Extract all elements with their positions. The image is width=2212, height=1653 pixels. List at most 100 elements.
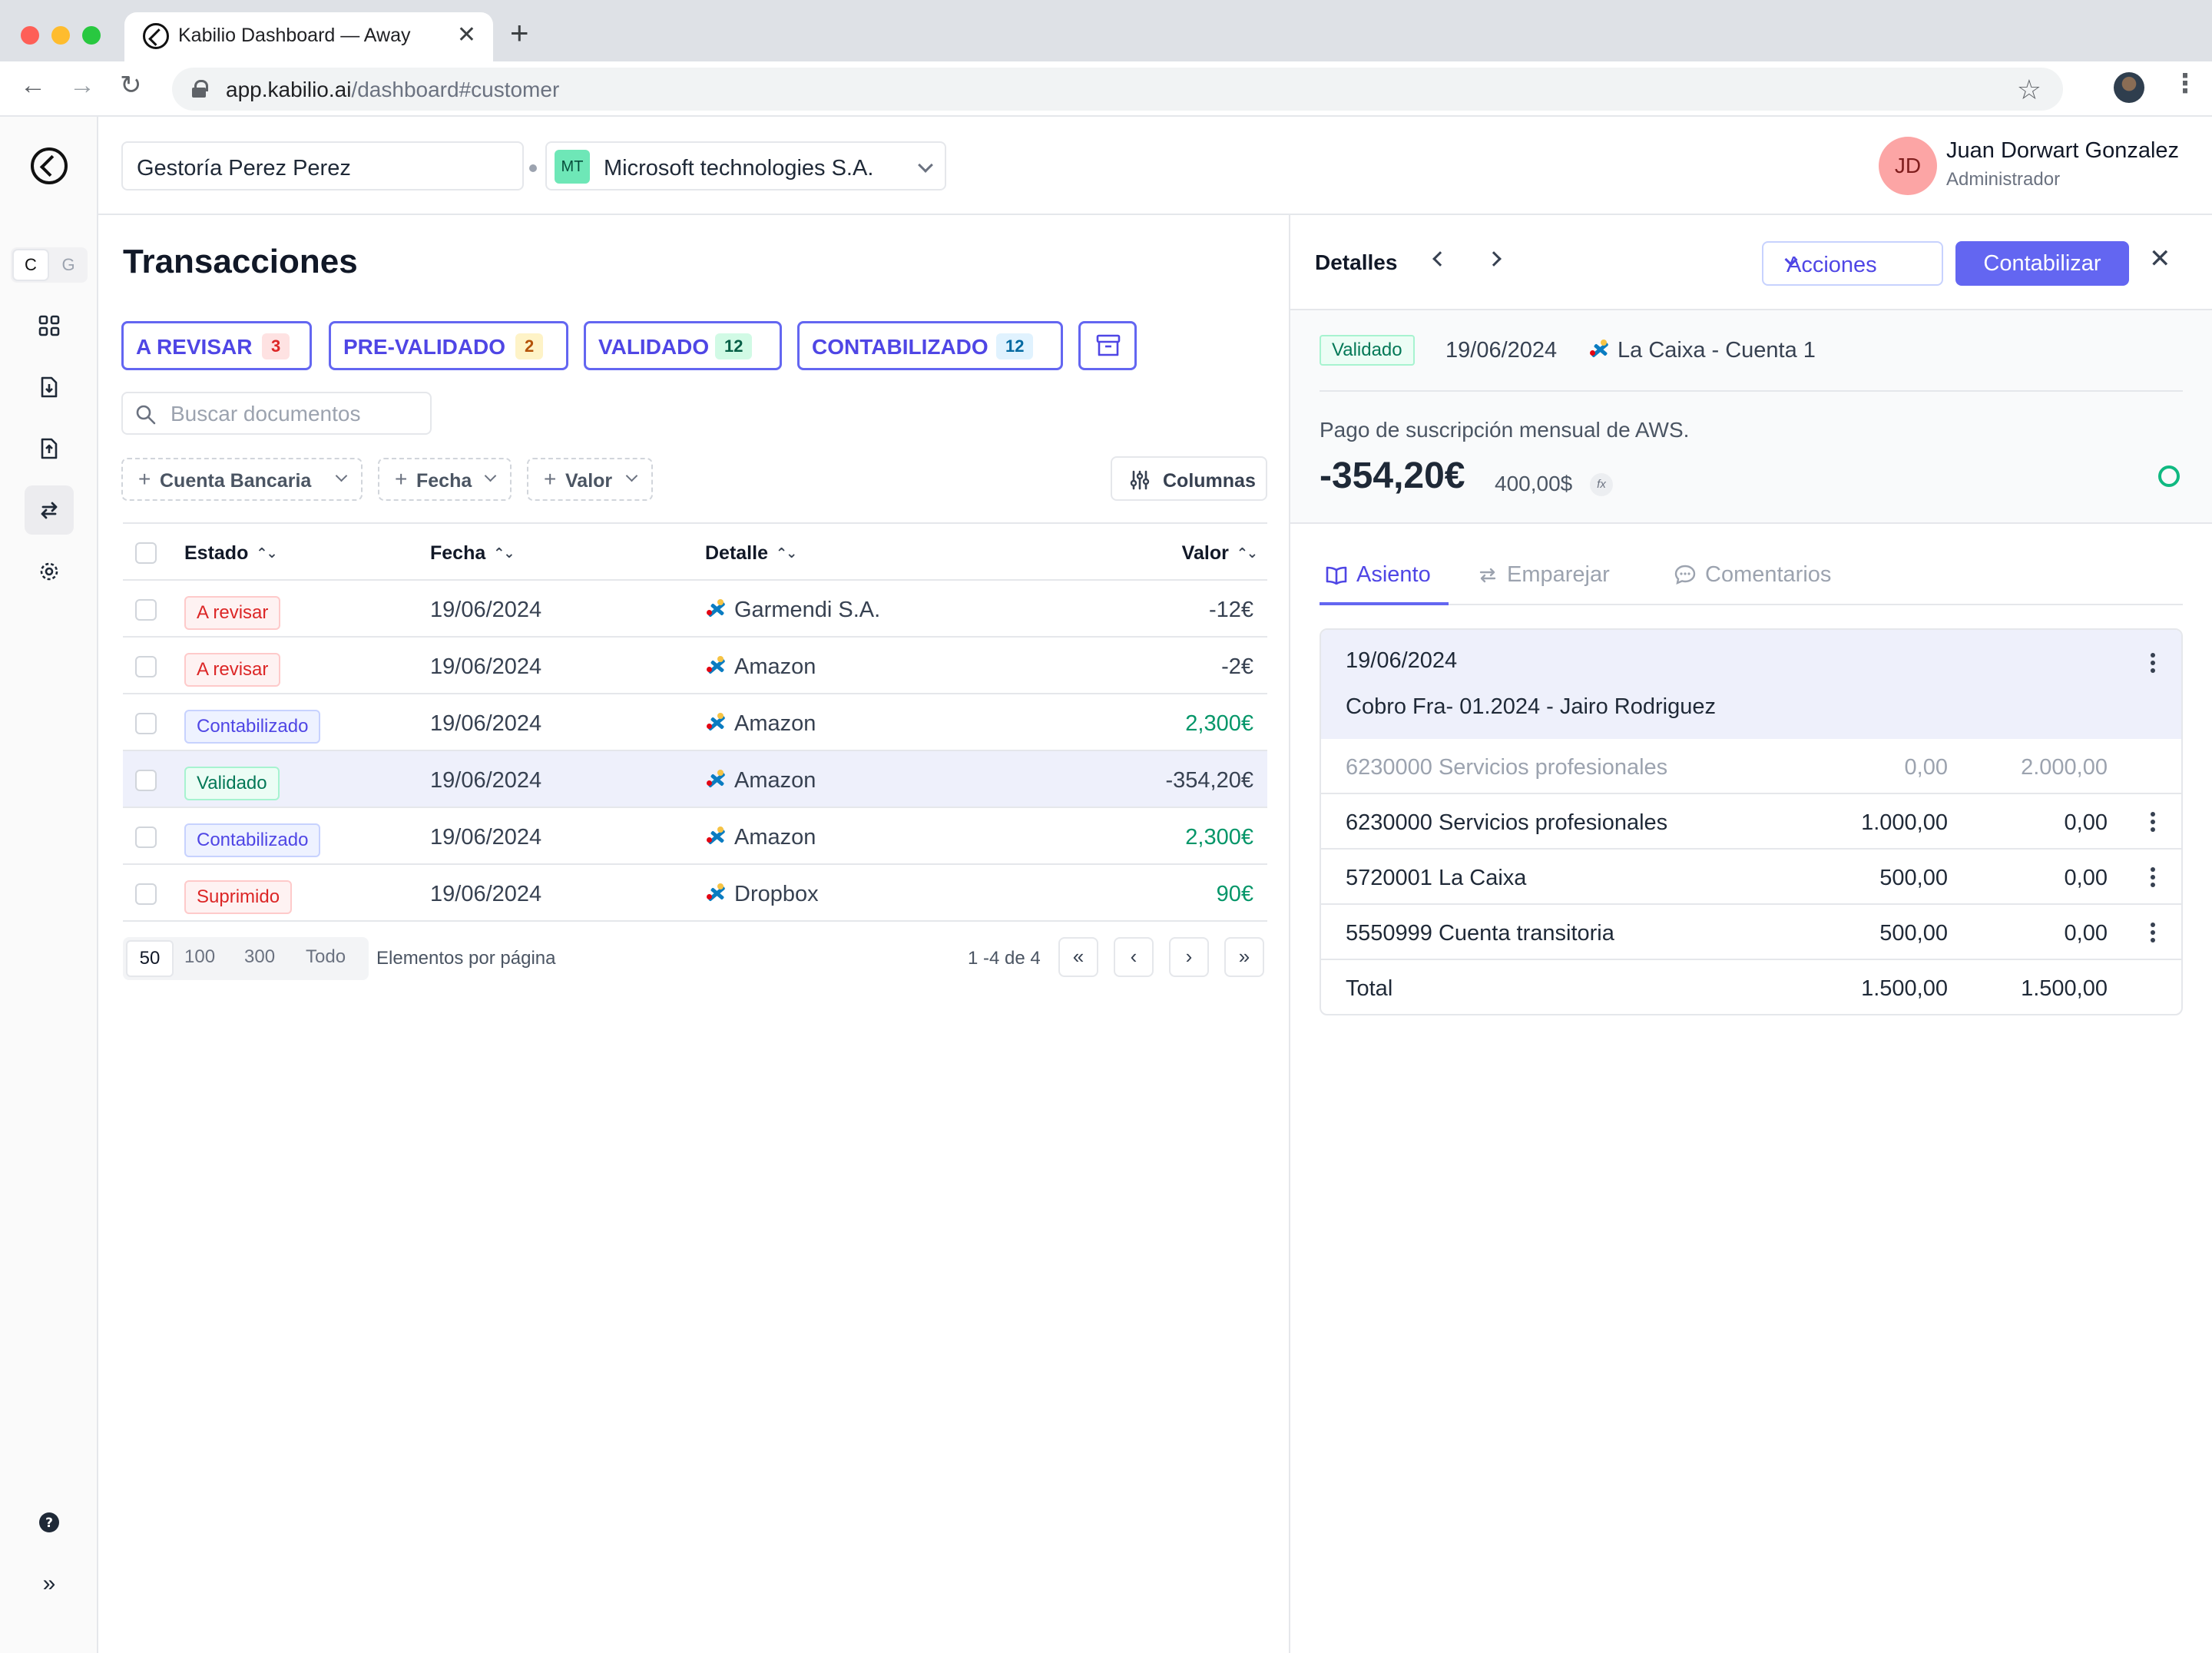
columns-button[interactable]: Columnas <box>1111 456 1267 501</box>
row-checkbox[interactable] <box>135 826 157 848</box>
close-icon[interactable]: ✕ <box>2149 246 2171 272</box>
org-selector[interactable]: Gestoría Perez Perez <box>121 141 524 190</box>
table-row[interactable]: Suprimido 19/06/2024 Dropbox 90€ <box>123 865 1267 922</box>
company-selector[interactable]: MT Microsoft technologies S.A. <box>545 141 946 190</box>
acciones-label: Acciones <box>1786 253 1877 277</box>
back-arrow-icon[interactable]: ← <box>20 72 46 98</box>
app-header: Gestoría Perez Perez MT Microsoft techno… <box>98 117 2212 215</box>
user-avatar[interactable]: JD <box>1879 137 1937 195</box>
sidebar-item-outgoing-documents[interactable] <box>25 424 74 473</box>
row-checkbox[interactable] <box>135 656 157 677</box>
page-size-label: Elementos por página <box>376 948 556 969</box>
sidebar-item-help[interactable]: ? <box>25 1498 74 1547</box>
browser-tab[interactable]: Kabilio Dashboard — Away ✕ <box>124 12 493 61</box>
archive-button[interactable] <box>1078 321 1137 370</box>
row-checkbox[interactable] <box>135 599 157 621</box>
column-header-valor[interactable]: Valor ⌃⌄ <box>1182 542 1258 565</box>
more-options-icon[interactable] <box>2151 930 2155 935</box>
last-page-button[interactable]: » <box>1224 937 1264 977</box>
caixa-logo-icon <box>705 713 728 733</box>
table-row[interactable]: Contabilizado 19/06/2024 Amazon 2,300€ <box>123 694 1267 751</box>
tab-close-icon[interactable]: ✕ <box>457 22 476 48</box>
row-checkbox[interactable] <box>135 770 157 791</box>
tab-validado[interactable]: VALIDADO 12 <box>584 321 782 370</box>
window-minimize-button[interactable] <box>51 26 70 45</box>
page-size-todo[interactable]: Todo <box>306 946 346 968</box>
new-tab-icon[interactable]: + <box>510 17 529 49</box>
url-text[interactable]: app.kabilio.ai/dashboard#customer <box>226 78 559 102</box>
journal-entry-card: 19/06/2024 Cobro Fra- 01.2024 - Jairo Ro… <box>1320 628 2183 1015</box>
reload-icon[interactable]: ↻ <box>120 72 142 98</box>
row-date: 19/06/2024 <box>430 825 542 850</box>
table-row[interactable]: Validado 19/06/2024 Amazon -354,20€ <box>123 751 1267 808</box>
tab-emparejar[interactable]: Emparejar <box>1478 562 1610 588</box>
lock-icon <box>192 80 208 98</box>
search-input[interactable] <box>171 399 424 429</box>
tab-a-revisar[interactable]: A REVISAR 3 <box>121 321 312 370</box>
row-checkbox[interactable] <box>135 713 157 734</box>
entry-description: Cobro Fra- 01.2024 - Jairo Rodriguez <box>1346 694 1716 719</box>
bookmark-star-icon[interactable]: ☆ <box>2017 74 2041 106</box>
more-options-icon[interactable] <box>2151 820 2155 824</box>
contabilizar-button[interactable]: Contabilizar <box>1955 241 2129 286</box>
more-options-icon[interactable] <box>2151 661 2155 665</box>
table-row[interactable]: A revisar 19/06/2024 Garmendi S.A. -12€ <box>123 581 1267 638</box>
sidebar-item-incoming-documents[interactable] <box>25 363 74 412</box>
row-date: 19/06/2024 <box>430 598 542 622</box>
row-date: 19/06/2024 <box>430 654 542 679</box>
page-size-100[interactable]: 100 <box>184 946 215 968</box>
sidebar-item-expand[interactable]: » <box>25 1559 74 1608</box>
forward-arrow-icon[interactable]: → <box>69 72 95 98</box>
filter-cuenta-bancaria[interactable]: + Cuenta Bancaria <box>121 458 363 501</box>
next-page-button[interactable]: › <box>1169 937 1209 977</box>
window-close-button[interactable] <box>21 26 39 45</box>
browser-profile-avatar[interactable] <box>2114 72 2144 103</box>
row-detail: Amazon <box>705 825 816 850</box>
address-bar[interactable]: app.kabilio.ai/dashboard#customer ☆ <box>172 68 2063 111</box>
plus-icon: + <box>138 467 151 491</box>
tab-asiento[interactable]: Asiento <box>1326 562 1431 588</box>
table-row[interactable]: A revisar 19/06/2024 Amazon -2€ <box>123 638 1267 694</box>
prev-page-button[interactable]: ‹ <box>1114 937 1154 977</box>
entry-debit: 1.000,00 <box>1861 810 1948 835</box>
document-download-icon <box>41 376 58 398</box>
transaction-summary: Validado 19/06/2024 La Caixa - Cuenta 1 … <box>1290 310 2212 524</box>
page-size-50[interactable]: 50 <box>126 940 174 977</box>
table-row[interactable]: Contabilizado 19/06/2024 Amazon 2,300€ <box>123 808 1267 865</box>
sort-icon: ⌃⌄ <box>775 545 797 561</box>
chevron-right-icon[interactable] <box>1486 251 1502 267</box>
first-page-button[interactable]: « <box>1058 937 1098 977</box>
sidebar-item-dashboard[interactable] <box>25 301 74 350</box>
toggle-c[interactable]: C <box>12 249 49 281</box>
filter-fecha[interactable]: + Fecha <box>378 458 512 501</box>
toggle-g[interactable]: G <box>51 249 86 281</box>
column-header-fecha[interactable]: Fecha ⌃⌄ <box>430 542 515 565</box>
select-all-checkbox[interactable] <box>135 542 157 564</box>
status-badge: Contabilizado <box>184 710 321 744</box>
grid-icon <box>38 315 60 336</box>
row-detail: Dropbox <box>705 882 819 907</box>
sidebar-item-settings[interactable] <box>25 547 74 596</box>
acciones-button[interactable]: Acciones <box>1762 241 1943 286</box>
tab-contabilizado[interactable]: CONTABILIZADO 12 <box>797 321 1063 370</box>
row-detail: Amazon <box>705 711 816 737</box>
window-zoom-button[interactable] <box>82 26 101 45</box>
chevron-left-icon[interactable] <box>1432 251 1448 267</box>
tab-pre-validado[interactable]: PRE-VALIDADO 2 <box>329 321 568 370</box>
user-name: Juan Dorwart Gonzalez <box>1946 138 2180 163</box>
column-header-estado[interactable]: Estado ⌃⌄ <box>184 542 278 565</box>
tab-comentarios[interactable]: Comentarios <box>1674 562 1831 588</box>
tab-label: CONTABILIZADO <box>812 335 988 359</box>
entry-account: 5720001 La Caixa <box>1346 866 1527 890</box>
browser-menu-icon[interactable]: ⋮ <box>2172 71 2198 97</box>
kabilio-logo-icon[interactable] <box>31 147 68 184</box>
fx-badge[interactable]: fx <box>1590 473 1613 496</box>
column-header-detalle[interactable]: Detalle ⌃⌄ <box>705 542 797 565</box>
row-checkbox[interactable] <box>135 883 157 905</box>
sidebar-item-transactions[interactable] <box>25 485 74 535</box>
filter-valor[interactable]: + Valor <box>527 458 653 501</box>
transactions-table: Estado ⌃⌄ Fecha ⌃⌄ Detalle ⌃⌄ Valor ⌃⌄ A rev… <box>123 522 1267 922</box>
more-options-icon[interactable] <box>2151 875 2155 880</box>
page-size-300[interactable]: 300 <box>244 946 275 968</box>
row-detail-text: Dropbox <box>734 882 819 906</box>
